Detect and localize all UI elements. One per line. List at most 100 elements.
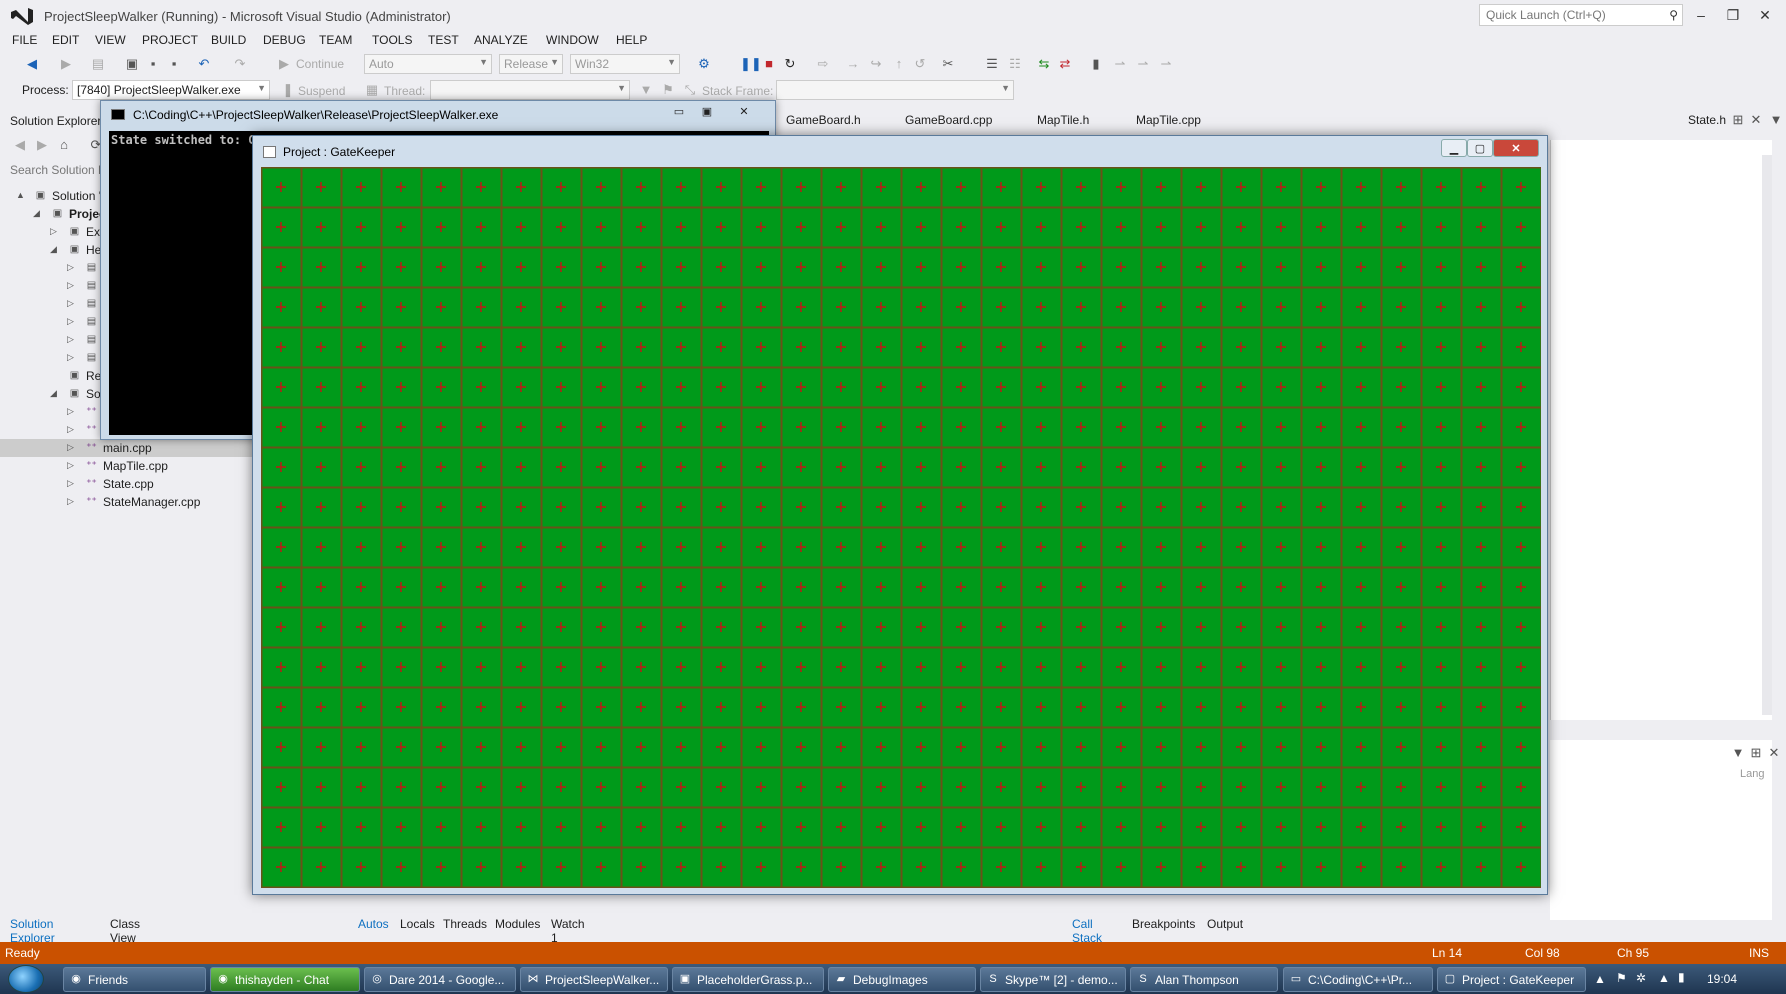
break-all-icon[interactable]: ❚❚: [740, 56, 762, 72]
chevron-down-icon[interactable]: ▼: [1730, 745, 1746, 761]
menu-file[interactable]: FILE: [12, 33, 37, 47]
home-icon[interactable]: ⌂: [56, 137, 72, 153]
suspend-label[interactable]: Suspend: [298, 84, 345, 98]
show-next-statement-icon[interactable]: ⇨: [815, 56, 831, 72]
thread-combo[interactable]: ▼: [430, 80, 630, 100]
process-combo[interactable]: [7840] ProjectSleepWalker.exe ▼: [72, 80, 270, 100]
restart-icon[interactable]: ↻: [782, 56, 798, 72]
bookmark-icon[interactable]: ▮: [1088, 56, 1104, 72]
threads-icon[interactable]: ☰: [984, 56, 1000, 72]
tab-maptile-cpp[interactable]: MapTile.cpp: [1136, 113, 1201, 127]
expand-icon[interactable]: ▷: [67, 406, 74, 417]
menu-test[interactable]: TEST: [428, 33, 459, 47]
tab-autos[interactable]: Autos: [358, 917, 389, 931]
game-tile-grid[interactable]: [260, 166, 1543, 889]
tab-state-h[interactable]: State.h: [1688, 113, 1726, 127]
expand-icon[interactable]: ▷: [67, 460, 74, 471]
menu-analyze[interactable]: ANALYZE: [474, 33, 528, 47]
restore-button[interactable]: ❐: [1719, 4, 1747, 26]
start-button[interactable]: [8, 965, 44, 993]
open-icon[interactable]: ▣: [124, 56, 140, 72]
collapse-icon[interactable]: ◢: [50, 244, 57, 255]
close-icon[interactable]: ✕: [1766, 745, 1782, 761]
console-minimize-button[interactable]: ▭: [666, 103, 692, 121]
collapse-icon[interactable]: ▲: [16, 190, 25, 200]
collapse-icon[interactable]: ◢: [33, 208, 40, 219]
expand-icon[interactable]: ▷: [67, 478, 74, 489]
network-icon[interactable]: ✲: [1636, 971, 1646, 985]
taskbar-button[interactable]: ◉ Friends: [63, 967, 206, 992]
tree-item[interactable]: ▷ ⁺⁺ State.cpp: [0, 475, 255, 493]
back-icon[interactable]: ◀: [24, 56, 40, 72]
pin-icon[interactable]: ⊞: [1748, 745, 1764, 761]
step-back-icon[interactable]: ↺: [912, 56, 928, 72]
expand-icon[interactable]: ▷: [67, 298, 74, 309]
stack-icon[interactable]: ☷: [1007, 56, 1023, 72]
tab-breakpoints[interactable]: Breakpoints: [1132, 917, 1195, 931]
bookmark-folder-icon[interactable]: ⇀: [1135, 56, 1151, 72]
filter-icon[interactable]: ▼: [638, 82, 654, 98]
taskbar-button[interactable]: ◎ Dare 2014 - Google...: [364, 967, 516, 992]
expand-icon[interactable]: ▷: [67, 352, 74, 363]
tab-output[interactable]: Output: [1207, 917, 1243, 931]
expand-icon[interactable]: ▷: [67, 334, 74, 345]
menu-build[interactable]: BUILD: [211, 33, 246, 47]
taskbar-button[interactable]: ▭ C:\Coding\C++\Pr...: [1283, 967, 1433, 992]
stop-icon[interactable]: ■: [761, 56, 777, 72]
taskbar-button[interactable]: ◉ thishayden - Chat: [210, 967, 360, 992]
show-hidden-icons-icon[interactable]: ▲: [1594, 972, 1606, 986]
menu-help[interactable]: HELP: [616, 33, 647, 47]
bookmark-prev-icon[interactable]: ⇆: [1036, 56, 1052, 72]
collapse-icon[interactable]: ◢: [50, 388, 57, 399]
game-close-button[interactable]: ✕: [1493, 139, 1539, 157]
tree-item[interactable]: ▷ ⁺⁺ MapTile.cpp: [0, 457, 255, 475]
hex-icon[interactable]: ✂: [940, 56, 956, 72]
tab-locals[interactable]: Locals: [400, 917, 435, 931]
expand-icon[interactable]: ▷: [67, 496, 74, 507]
forward-icon[interactable]: ▶: [34, 137, 50, 153]
save-all-icon[interactable]: ▪: [166, 56, 182, 72]
solution-search-input[interactable]: Search Solution E: [10, 163, 106, 177]
menu-team[interactable]: TEAM: [319, 33, 352, 47]
stack-frame-combo[interactable]: ▼: [776, 80, 1014, 100]
expand-icon[interactable]: ▷: [67, 280, 74, 291]
taskbar-button[interactable]: S Skype™ [2] - demo...: [980, 967, 1126, 992]
step-into-icon[interactable]: →: [845, 56, 861, 72]
menu-edit[interactable]: EDIT: [52, 33, 79, 47]
taskbar-button[interactable]: ▣ PlaceholderGrass.p...: [672, 967, 824, 992]
attach-icon[interactable]: ⚙: [696, 56, 712, 72]
bookmark-next-icon[interactable]: ⇄: [1057, 56, 1073, 72]
quick-launch-input[interactable]: Quick Launch (Ctrl+Q) ⚲: [1479, 4, 1683, 26]
tab-solution-explorer[interactable]: Solution Explorer: [10, 917, 55, 945]
chevron-down-icon[interactable]: ▼: [1768, 112, 1784, 128]
taskbar-button[interactable]: ⋈ ProjectSleepWalker...: [520, 967, 668, 992]
tree-item[interactable]: ▷ ⁺⁺ main.cpp: [0, 439, 255, 457]
continue-icon[interactable]: ▶: [276, 56, 292, 72]
drive-icon[interactable]: ▲: [1658, 971, 1670, 985]
debug-target-combo[interactable]: Auto ▼: [364, 54, 492, 74]
console-maximize-button[interactable]: ▣: [694, 103, 720, 121]
tab-maptile-h[interactable]: MapTile.h: [1037, 113, 1089, 127]
expand-icon[interactable]: ▷: [50, 226, 57, 237]
tab-gameboard-h[interactable]: GameBoard.h: [786, 113, 861, 127]
menu-debug[interactable]: DEBUG: [263, 33, 306, 47]
taskbar-button[interactable]: ▰ DebugImages: [828, 967, 976, 992]
action-center-icon[interactable]: ⚑: [1616, 971, 1627, 985]
pin-icon[interactable]: ⊞: [1730, 112, 1746, 128]
tree-item[interactable]: ▷ ⁺⁺ StateManager.cpp: [0, 493, 255, 511]
flag-thread-icon[interactable]: ⚑: [660, 82, 676, 98]
close-button[interactable]: ✕: [1751, 4, 1779, 26]
taskbar-button[interactable]: S Alan Thompson: [1130, 967, 1278, 992]
platform-combo[interactable]: Win32 ▼: [570, 54, 680, 74]
menu-window[interactable]: WINDOW: [546, 33, 599, 47]
build-config-combo[interactable]: Release ▼: [499, 54, 563, 74]
new-item-icon[interactable]: ▤: [90, 56, 106, 72]
expand-icon[interactable]: ▷: [67, 424, 74, 435]
expand-icon[interactable]: ▷: [67, 262, 74, 273]
suspend-icon[interactable]: ❚: [280, 82, 296, 98]
tab-call-stack[interactable]: Call Stack: [1072, 917, 1102, 945]
close-icon[interactable]: ✕: [1748, 112, 1764, 128]
minimize-button[interactable]: –: [1687, 4, 1715, 26]
tab-class-view[interactable]: Class View: [110, 917, 140, 945]
console-close-button[interactable]: ✕: [731, 103, 757, 121]
